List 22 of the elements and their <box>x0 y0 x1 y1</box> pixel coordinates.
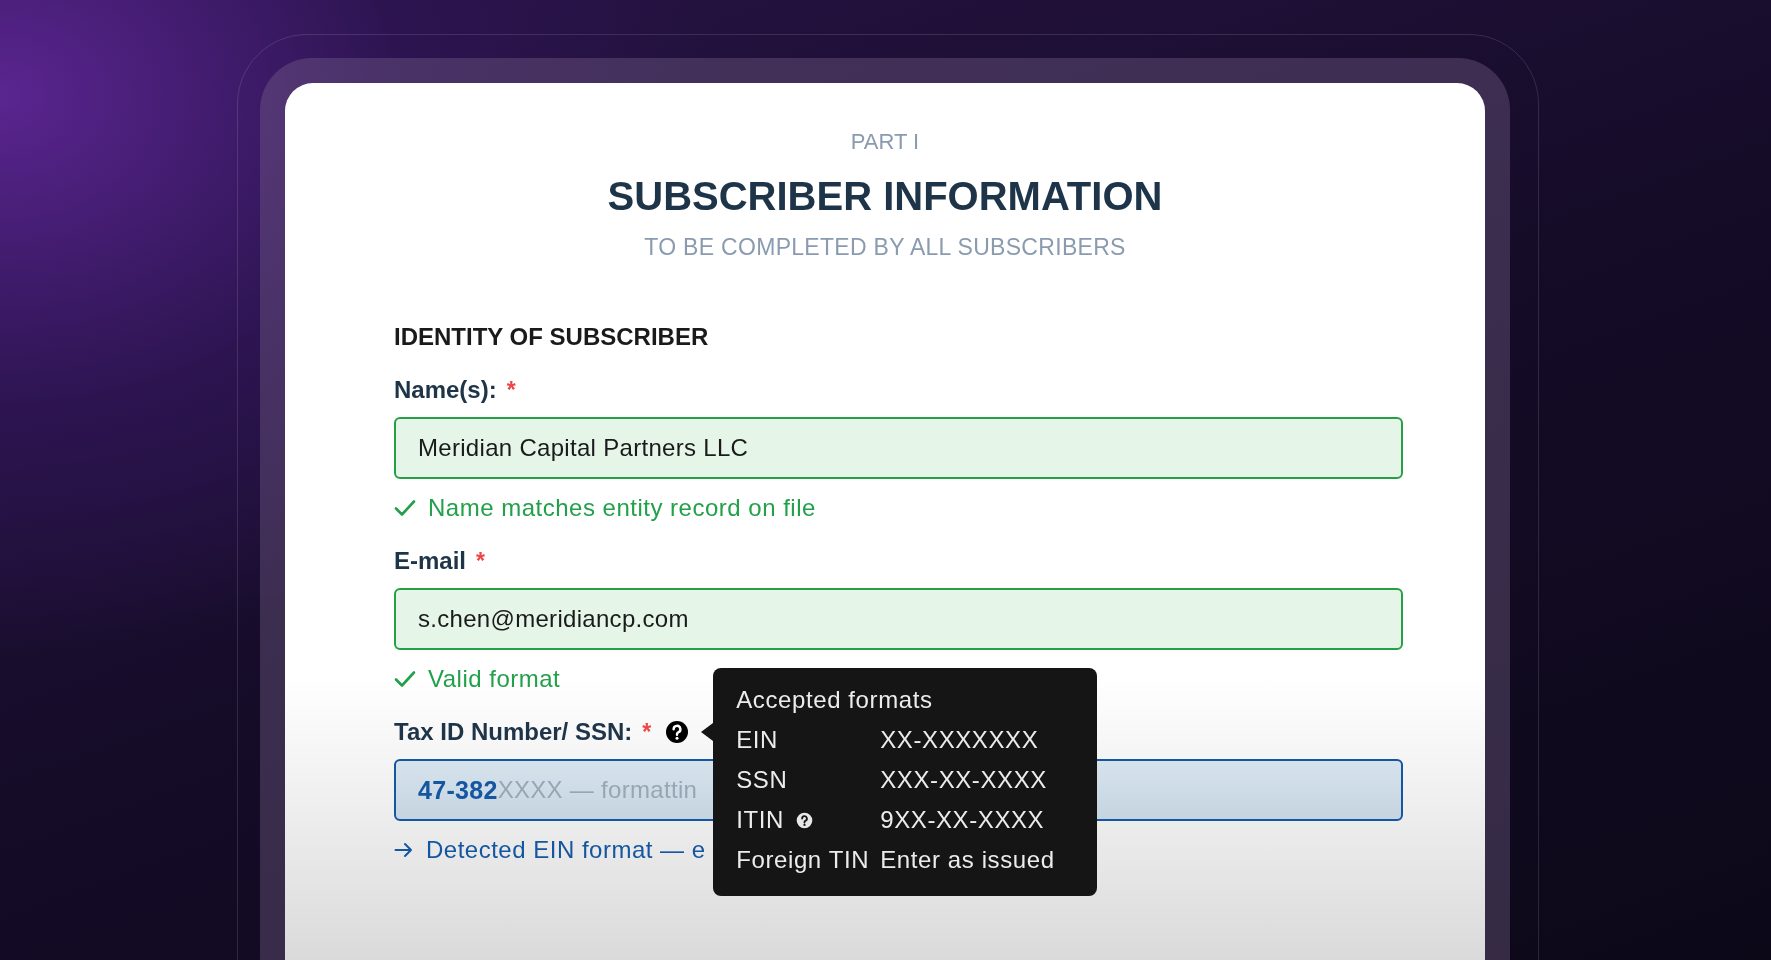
format-pattern: Enter as issued <box>880 845 1056 875</box>
form-title: SUBSCRIBER INFORMATION <box>606 174 1164 219</box>
validation-message: Valid format <box>428 665 561 693</box>
required-mark: * <box>476 547 485 575</box>
field-label: Name(s): <box>394 376 497 404</box>
format-name: EIN <box>736 725 779 755</box>
section-heading: IDENTITY OF SUBSCRIBER <box>394 323 710 351</box>
field-label: E-mail <box>394 547 467 575</box>
validation-message: Name matches entity record on file <box>428 494 816 522</box>
format-pattern: XXX-XX-XXXX <box>880 765 1048 795</box>
field-label: Tax ID Number/ SSN: <box>394 718 633 746</box>
tooltip-title: Accepted formats <box>736 685 934 715</box>
format-pattern: 9XX-XX-XXXX <box>880 805 1046 835</box>
format-pattern: XX-XXXXXXX <box>880 725 1040 755</box>
format-name: SSN <box>736 765 788 795</box>
form-subtitle: TO BE COMPLETED BY ALL SUBSCRIBERS <box>643 234 1127 261</box>
validation-message: Detected EIN format — e <box>426 836 706 864</box>
required-mark: * <box>506 376 516 404</box>
part-label: PART I <box>849 129 921 155</box>
format-name: Foreign TIN <box>736 845 870 875</box>
format-name: ITIN <box>736 805 784 835</box>
required-mark: * <box>642 718 652 746</box>
